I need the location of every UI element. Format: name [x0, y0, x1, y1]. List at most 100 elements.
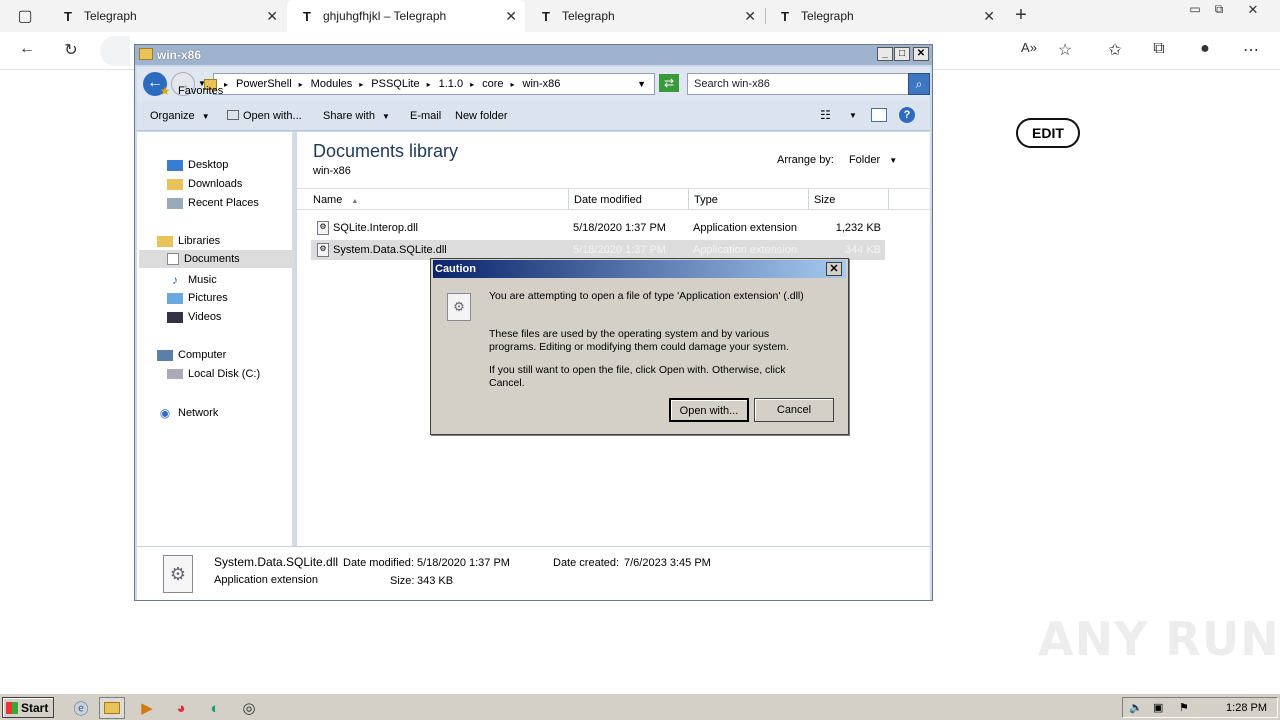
minimize-icon[interactable]: ▭ [1184, 2, 1206, 16]
chrome-icon[interactable]: ◕ [168, 697, 194, 719]
breadcrumb-item[interactable]: 1.1.0 [439, 78, 463, 90]
app-icon[interactable]: ◎ [236, 697, 262, 719]
open-with-button[interactable]: Open with... [669, 398, 749, 422]
arrange-by-value[interactable]: Folder [849, 154, 880, 166]
column-name[interactable]: Name ▲ [313, 194, 358, 206]
edge-icon[interactable]: ◐ [202, 697, 228, 719]
chevron-right-icon[interactable]: ▸ [359, 80, 363, 89]
window-title-bar[interactable]: win-x86 _ □ ✕ [135, 45, 932, 65]
minimize-button[interactable]: _ [877, 47, 893, 61]
column-divider[interactable] [808, 189, 809, 210]
address-bar[interactable] [100, 36, 130, 66]
nav-local-disk[interactable]: Local Disk (C:) [167, 368, 260, 380]
chevron-right-icon[interactable]: ▸ [470, 80, 474, 89]
dialog-close-button[interactable]: ✕ [826, 262, 842, 276]
column-divider[interactable] [568, 189, 569, 210]
media-player-icon[interactable]: ▶ [134, 697, 160, 719]
close-button[interactable]: ✕ [913, 47, 929, 61]
breadcrumb-item[interactable]: Modules [311, 78, 353, 90]
column-size[interactable]: Size [814, 194, 835, 206]
app-icon [227, 110, 239, 120]
close-tab-icon[interactable]: ✕ [505, 8, 517, 25]
action-center-flag-icon[interactable]: ⚑ [1179, 701, 1189, 714]
nav-videos[interactable]: Videos [167, 311, 221, 323]
column-divider[interactable] [688, 189, 689, 210]
clock[interactable]: 1:28 PM [1226, 702, 1267, 714]
arrange-by-label: Arrange by: [777, 154, 834, 166]
close-tab-icon[interactable]: ✕ [744, 8, 756, 25]
start-button[interactable]: Start [2, 697, 54, 718]
nav-pictures[interactable]: Pictures [167, 292, 228, 304]
breadcrumb-item[interactable]: PowerShell [236, 78, 292, 90]
file-row[interactable]: ⚙ SQLite.Interop.dll 5/18/2020 1:37 PM A… [311, 218, 885, 238]
chevron-right-icon[interactable]: ▸ [427, 80, 431, 89]
refresh-icon[interactable]: ↻ [60, 40, 82, 60]
email-button[interactable]: E-mail [410, 110, 441, 122]
refresh-icon[interactable]: ⇄ [659, 74, 679, 92]
profile-avatar-icon[interactable]: ● [1194, 40, 1216, 58]
open-with-button[interactable]: Open with... [227, 110, 302, 122]
preview-pane-icon[interactable] [871, 108, 887, 122]
internet-explorer-icon[interactable]: ⓔ [68, 697, 94, 719]
organize-button[interactable]: Organize ▼ [150, 110, 210, 122]
favorites-icon[interactable]: ✩ [1104, 40, 1126, 60]
nav-downloads[interactable]: Downloads [167, 178, 242, 190]
browser-tab[interactable]: T Telegraph ✕ [48, 0, 286, 32]
arrange-by[interactable]: Arrange by: Folder ▼ [777, 154, 897, 166]
chevron-right-icon[interactable]: ▸ [224, 80, 228, 89]
close-tab-icon[interactable]: ✕ [266, 8, 278, 25]
maximize-button[interactable]: □ [894, 47, 910, 61]
address-dropdown-icon[interactable]: ▼ [637, 79, 646, 89]
view-options-icon[interactable]: ☷ [820, 108, 831, 122]
edit-button[interactable]: EDIT [1016, 118, 1080, 148]
local-disk-icon [167, 369, 183, 379]
nav-libraries[interactable]: Libraries [157, 235, 220, 247]
nav-documents[interactable]: Documents [139, 250, 293, 268]
column-divider[interactable] [888, 189, 889, 210]
search-icon[interactable]: ⌕ [908, 73, 930, 95]
nav-computer[interactable]: Computer [157, 349, 226, 361]
search-input[interactable]: Search win-x86 [687, 73, 909, 95]
breadcrumb-item[interactable]: win-x86 [523, 78, 561, 90]
read-aloud-icon[interactable]: A» [1018, 40, 1040, 55]
file-date: 5/18/2020 1:37 PM [573, 222, 666, 234]
view-dropdown-icon[interactable]: ▼ [849, 111, 857, 120]
nav-music[interactable]: ♪ Music [167, 273, 217, 287]
share-with-button[interactable]: Share with ▼ [323, 110, 390, 122]
restore-icon[interactable]: ⧉ [1208, 2, 1230, 17]
back-icon[interactable]: ← [16, 40, 38, 58]
cancel-button[interactable]: Cancel [754, 398, 834, 422]
nav-network[interactable]: ◉ Network [157, 406, 219, 420]
file-row-selected[interactable]: ⚙ System.Data.SQLite.dll 5/18/2020 1:37 … [311, 240, 885, 260]
chevron-right-icon[interactable]: ▸ [299, 80, 303, 89]
telegraph-logo-icon: T [781, 8, 789, 24]
browser-tab-active[interactable]: T ghjuhgfhjkl – Telegraph ✕ [287, 0, 525, 32]
column-type[interactable]: Type [694, 194, 718, 206]
dialog-title-bar[interactable]: Caution ✕ [433, 260, 846, 278]
details-size: 343 KB [417, 575, 454, 587]
breadcrumb-item[interactable]: PSSQLite [371, 78, 419, 90]
browser-tab[interactable]: T Telegraph ✕ [765, 0, 1003, 32]
new-folder-button[interactable]: New folder [455, 110, 508, 122]
chevron-right-icon[interactable]: ▸ [510, 80, 514, 89]
tab-actions-icon[interactable]: ▢ [14, 6, 36, 26]
close-window-icon[interactable]: ✕ [1242, 2, 1264, 18]
explorer-taskbar-icon[interactable] [99, 697, 125, 719]
column-date[interactable]: Date modified [574, 194, 642, 206]
breadcrumb-item[interactable]: core [482, 78, 503, 90]
network-tray-icon[interactable]: ▣ [1153, 701, 1163, 714]
close-tab-icon[interactable]: ✕ [983, 8, 995, 25]
more-menu-icon[interactable]: ⋯ [1240, 40, 1262, 60]
add-favorite-icon[interactable]: ☆ [1054, 40, 1076, 60]
nav-recent-places[interactable]: Recent Places [167, 197, 259, 209]
new-tab-icon[interactable]: + [1010, 4, 1032, 27]
details-date-created: 7/6/2023 3:45 PM [624, 557, 711, 569]
browser-tab[interactable]: T Telegraph ✕ [526, 0, 764, 32]
breadcrumb[interactable]: ▸ PowerShell ▸ Modules ▸ PSSQLite ▸ 1.1.… [204, 73, 655, 95]
volume-icon[interactable]: 🔈 [1129, 701, 1143, 714]
nav-desktop[interactable]: Desktop [167, 159, 228, 171]
help-icon[interactable]: ? [899, 107, 915, 123]
collections-icon[interactable]: ⧉ [1148, 40, 1170, 58]
nav-favorites[interactable]: ★ Favorites [157, 84, 224, 98]
details-date-created-label: Date created: [553, 557, 620, 569]
